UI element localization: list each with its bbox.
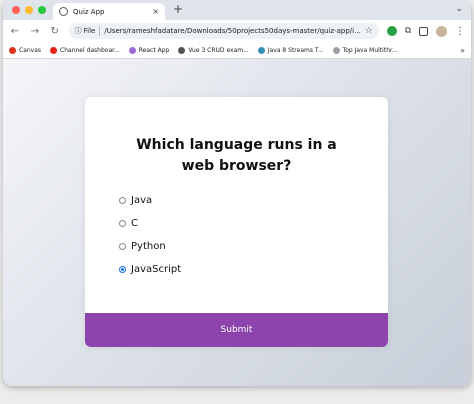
close-window-button[interactable] xyxy=(12,6,20,14)
bookmark-icon xyxy=(178,46,186,54)
bookmark-label: Channel dashboar... xyxy=(60,46,120,54)
page-background: Which language runs in a web browser? Ja… xyxy=(3,59,471,386)
bookmark-react-app[interactable]: React App xyxy=(128,46,170,54)
answer-radio[interactable] xyxy=(119,266,126,273)
tab-quiz-app[interactable]: Quiz App × xyxy=(53,3,165,20)
answer-option-c[interactable]: C xyxy=(119,212,181,235)
bookmark-icon xyxy=(50,46,58,54)
extensions-puzzle-icon[interactable]: ⧉ xyxy=(405,26,411,36)
back-icon[interactable]: ← xyxy=(9,26,21,37)
answer-radio[interactable] xyxy=(119,243,126,250)
quiz-question: Which language runs in a web browser? xyxy=(136,137,337,174)
bookmark-canvas[interactable]: Canvas xyxy=(9,46,42,54)
answer-label[interactable]: C xyxy=(131,218,138,229)
answer-option-javascript[interactable]: JavaScript xyxy=(119,258,181,281)
bookmark-icon xyxy=(128,46,136,54)
info-icon: ⓘ xyxy=(74,27,82,35)
browser-menu-icon[interactable]: ⋮ xyxy=(455,26,465,37)
bookmark-label: Java 8 Streams T... xyxy=(267,46,324,54)
answer-radio[interactable] xyxy=(119,220,126,227)
tab-title: Quiz App xyxy=(73,7,105,16)
tab-strip: Quiz App × + ⌄ xyxy=(3,0,471,20)
reload-icon[interactable]: ↻ xyxy=(49,26,61,37)
answer-option-python[interactable]: Python xyxy=(119,235,181,258)
bookmark-icon xyxy=(332,46,340,54)
bookmark-channel-dashboard[interactable]: Channel dashboar... xyxy=(50,46,120,54)
quiz-card: Which language runs in a web browser? Ja… xyxy=(85,97,388,347)
window-controls xyxy=(12,6,46,14)
tab-close-icon[interactable]: × xyxy=(152,7,159,16)
tab-search-icon[interactable]: ⌄ xyxy=(455,4,463,14)
bookmark-star-icon[interactable]: ☆ xyxy=(365,26,373,36)
submit-button[interactable]: Submit xyxy=(85,313,388,347)
browser-toolbar: ← → ↻ ⓘ File /Users/rameshfadatare/Downl… xyxy=(3,20,471,42)
bookmark-icon xyxy=(257,46,265,54)
side-panel-icon[interactable] xyxy=(419,26,429,36)
address-bar[interactable]: ⓘ File /Users/rameshfadatare/Downloads/5… xyxy=(68,23,379,39)
bookmark-label: Top Java Multithr... xyxy=(342,46,398,54)
bookmark-label: Vue 3 CRUD exam... xyxy=(188,46,249,54)
bookmarks-bar: Canvas Channel dashboar... React App Vue… xyxy=(3,42,471,59)
file-label: File xyxy=(83,27,96,35)
answer-radio[interactable] xyxy=(119,197,126,204)
address-text[interactable]: /Users/rameshfadatare/Downloads/50projec… xyxy=(104,27,360,35)
answer-list: Java C Python JavaScript xyxy=(119,189,181,281)
site-info-chip[interactable]: ⓘ File xyxy=(75,26,101,36)
bookmark-label: React App xyxy=(138,46,170,54)
forward-icon[interactable]: → xyxy=(29,26,41,37)
bookmarks-overflow-icon[interactable]: » xyxy=(460,46,465,55)
answer-label[interactable]: JavaScript xyxy=(131,264,181,275)
bookmark-java-streams[interactable]: Java 8 Streams T... xyxy=(257,46,324,54)
new-tab-button[interactable]: + xyxy=(173,2,183,16)
answer-option-java[interactable]: Java xyxy=(119,189,181,212)
profile-avatar[interactable] xyxy=(436,25,447,37)
extension-icon[interactable] xyxy=(386,26,397,36)
bookmark-icon xyxy=(9,46,16,54)
bookmark-label: Canvas xyxy=(19,46,42,54)
maximize-window-button[interactable] xyxy=(38,6,46,14)
answer-label[interactable]: Java xyxy=(131,195,152,206)
bookmark-java-multithreading[interactable]: Top Java Multithr... xyxy=(332,46,398,54)
globe-icon xyxy=(59,7,68,16)
answer-label[interactable]: Python xyxy=(131,241,166,252)
bookmark-vue-crud[interactable]: Vue 3 CRUD exam... xyxy=(178,46,249,54)
browser-window: Quiz App × + ⌄ ← → ↻ ⓘ File /Users/rames… xyxy=(3,0,471,386)
minimize-window-button[interactable] xyxy=(25,6,33,14)
